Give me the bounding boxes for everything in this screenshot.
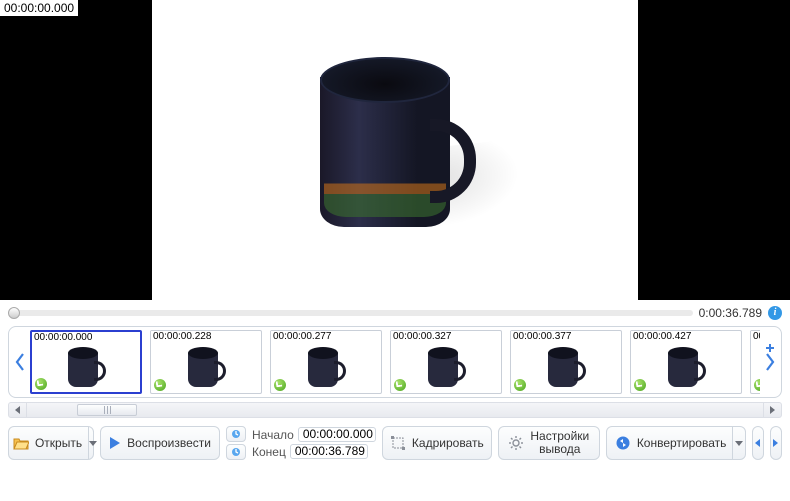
preview-timestamp: 00:00:00.000: [0, 0, 78, 16]
scroll-track[interactable]: [27, 403, 763, 417]
start-time-label: Начало: [252, 428, 294, 442]
thumbnail-item[interactable]: 00:0: [750, 330, 760, 394]
thumbnail-time: 00:00:00.228: [151, 331, 213, 343]
folder-open-icon: [13, 435, 29, 451]
convert-dropdown[interactable]: [732, 427, 744, 459]
frame-ok-icon: [154, 379, 166, 391]
preview-pillar-left: [0, 0, 152, 300]
thumbnail-time: 00:00:00.277: [271, 331, 333, 343]
convert-label: Конвертировать: [637, 437, 727, 450]
thumbnail-time: 00:00:00.427: [631, 331, 693, 343]
thumb-next-button[interactable]: [762, 330, 778, 394]
crop-button[interactable]: Кадрировать: [382, 426, 492, 460]
marker-start-icon: [231, 426, 241, 442]
frame-ok-icon: [394, 379, 406, 391]
info-icon[interactable]: i: [768, 306, 782, 320]
open-dropdown[interactable]: [88, 427, 97, 459]
progress-slider[interactable]: [8, 310, 693, 316]
video-preview-area: 00:00:00.000: [0, 0, 790, 300]
convert-button[interactable]: Конвертировать: [606, 426, 746, 460]
frame-ok-icon: [35, 378, 47, 390]
marker-end-icon: [231, 444, 241, 460]
set-start-marker-button[interactable]: [226, 426, 246, 442]
open-button[interactable]: Открыть: [8, 426, 94, 460]
end-time-label: Конец: [252, 445, 286, 459]
thumbnail-time: 00:0: [751, 331, 760, 343]
thumbnail-scrollbar[interactable]: [8, 402, 782, 418]
thumb-prev-button[interactable]: [12, 330, 28, 394]
progress-thumb[interactable]: [8, 307, 20, 319]
start-time-value[interactable]: 00:00:00.000: [298, 427, 376, 442]
thumbnail-item[interactable]: 00:00:00.228: [150, 330, 262, 394]
scroll-left-button[interactable]: [9, 403, 27, 417]
open-label: Открыть: [35, 437, 82, 450]
play-label: Воспроизвести: [127, 437, 211, 450]
play-button[interactable]: Воспроизвести: [100, 426, 220, 460]
output-settings-button[interactable]: Настройкивывода: [498, 426, 600, 460]
scroll-thumb[interactable]: [77, 404, 137, 416]
total-duration-label: 0:00:36.789: [699, 306, 762, 320]
preview-content-mug: [320, 65, 470, 235]
output-settings-label: Настройкивывода: [530, 430, 589, 455]
thumbnail-list: 00:00:00.000 00:00:00.228 00:00:00.277 0…: [30, 330, 760, 394]
thumbnail-item[interactable]: 00:00:00.427: [630, 330, 742, 394]
convert-icon: [615, 435, 631, 451]
thumbnail-item[interactable]: 00:00:00.377: [510, 330, 622, 394]
frame-ok-icon: [514, 379, 526, 391]
thumbnail-time: 00:00:00.377: [511, 331, 573, 343]
thumbnail-item[interactable]: 00:00:00.000: [30, 330, 142, 394]
thumbnail-item[interactable]: 00:00:00.277: [270, 330, 382, 394]
end-time-value[interactable]: 00:00:36.789: [290, 444, 368, 459]
thumbnail-time: 00:00:00.000: [32, 332, 94, 344]
crop-icon: [390, 435, 406, 451]
preview-pillar-right: [638, 0, 790, 300]
thumbnail-item[interactable]: 00:00:00.327: [390, 330, 502, 394]
crop-label: Кадрировать: [412, 437, 484, 450]
preview-frame[interactable]: [152, 0, 638, 300]
thumbnail-strip: 00:00:00.000 00:00:00.228 00:00:00.277 0…: [8, 326, 782, 398]
frame-ok-icon: [274, 379, 286, 391]
play-icon: [109, 435, 121, 451]
main-toolbar: Открыть Воспроизвести Начало 00:00:00.00…: [8, 426, 782, 460]
gear-icon: [508, 435, 524, 451]
thumbnail-time: 00:00:00.327: [391, 331, 453, 343]
nav-next-button[interactable]: [770, 426, 782, 460]
frame-ok-icon: [634, 379, 646, 391]
frame-ok-icon: [754, 379, 760, 391]
nav-prev-button[interactable]: [752, 426, 764, 460]
time-range-panel: Начало 00:00:00.000 Конец 00:00:36.789: [252, 426, 376, 460]
set-end-marker-button[interactable]: [226, 444, 246, 460]
scroll-right-button[interactable]: [763, 403, 781, 417]
